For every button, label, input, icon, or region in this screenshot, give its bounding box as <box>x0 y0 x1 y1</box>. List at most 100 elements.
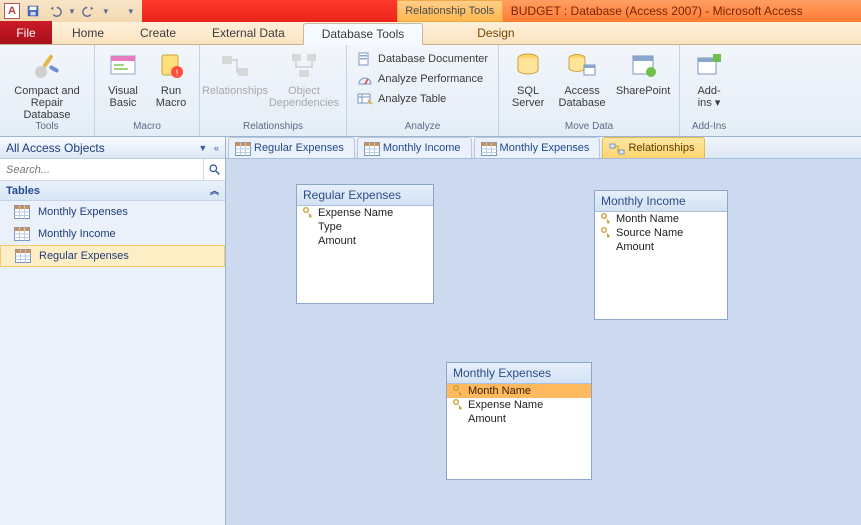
field-label: Amount <box>468 413 506 425</box>
nav-item-label: Monthly Expenses <box>38 206 128 218</box>
tab-home[interactable]: Home <box>54 22 122 44</box>
undo-icon[interactable] <box>46 2 64 20</box>
doc-tab-label: Regular Expenses <box>254 142 344 154</box>
field-row[interactable]: Month Name <box>595 212 727 226</box>
redo-dropdown-icon[interactable]: ▼ <box>102 7 110 16</box>
add-ins-button[interactable]: Add- ins ▾ <box>686 48 732 109</box>
relbox-title[interactable]: Monthly Income <box>595 191 727 212</box>
qat-customize-icon[interactable]: ▼ <box>124 7 138 16</box>
ribbon-group-macro: Visual Basic ! Run Macro Macro <box>95 45 200 136</box>
field-row[interactable]: Month Name <box>447 384 591 398</box>
relbox-regular-expenses[interactable]: Regular ExpensesExpense NameTypeAmount <box>296 184 434 304</box>
object-dependencies-label: Object Dependencies <box>269 85 339 109</box>
doc-tab-regular-expenses[interactable]: Regular Expenses <box>228 137 355 158</box>
database-documenter-label: Database Documenter <box>378 53 488 65</box>
doc-tab-label: Monthly Income <box>383 142 461 154</box>
nav-collapse-icon[interactable]: « <box>214 143 219 153</box>
analyze-table-button[interactable]: Analyze Table <box>353 90 492 108</box>
analyze-performance-icon <box>357 71 373 87</box>
nav-item-monthly-expenses[interactable]: Monthly Expenses <box>0 201 225 223</box>
search-input[interactable] <box>0 159 203 180</box>
table-icon <box>14 205 30 219</box>
sql-server-button[interactable]: SQL Server <box>505 48 551 109</box>
tab-external-data[interactable]: External Data <box>194 22 303 44</box>
field-row[interactable]: Type <box>297 220 433 234</box>
ribbon-tab-strip: File Home Create External Data Database … <box>0 22 861 45</box>
sharepoint-label: SharePoint <box>616 85 670 97</box>
field-label: Month Name <box>616 213 679 225</box>
field-row[interactable]: Expense Name <box>447 398 591 412</box>
ribbon-group-analyze-label: Analyze <box>347 121 498 136</box>
primary-key-icon <box>453 385 463 397</box>
ribbon-group-relationships: Relationships Object Dependencies Relati… <box>200 45 347 136</box>
access-database-label: Access Database <box>559 85 606 109</box>
relationships-canvas[interactable]: Regular ExpensesExpense NameTypeAmountMo… <box>226 159 861 525</box>
analyze-table-icon <box>357 91 373 107</box>
tab-create[interactable]: Create <box>122 22 194 44</box>
doc-tab-relationships[interactable]: Relationships <box>602 137 705 158</box>
field-row[interactable]: Amount <box>447 412 591 426</box>
undo-dropdown-icon[interactable]: ▼ <box>68 7 76 16</box>
file-tab[interactable]: File <box>0 21 52 44</box>
relationships-icon <box>219 50 251 82</box>
nav-category-collapse-icon[interactable]: ︽ <box>210 184 219 197</box>
analyze-performance-button[interactable]: Analyze Performance <box>353 70 492 88</box>
relbox-title[interactable]: Regular Expenses <box>297 185 433 206</box>
nav-category-tables[interactable]: Tables ︽ <box>0 181 225 201</box>
svg-text:!: ! <box>176 68 179 78</box>
nav-item-label: Regular Expenses <box>39 250 129 262</box>
contextual-tools-label: Relationship Tools <box>397 0 503 22</box>
nav-item-monthly-income[interactable]: Monthly Income <box>0 223 225 245</box>
relbox-monthly-expenses[interactable]: Monthly ExpensesMonth Name Expense Name Am… <box>446 362 592 480</box>
search-icon[interactable] <box>203 159 225 180</box>
title-bar: A ▼ ▼ ▼ Relationship Tools BUDGET : Data… <box>0 0 861 22</box>
compact-repair-icon <box>31 50 63 82</box>
tab-design[interactable]: Design <box>459 22 532 44</box>
document-area: Regular Expenses Monthly Income Monthly Ex… <box>226 137 861 525</box>
field-row[interactable]: Source Name <box>595 226 727 240</box>
nav-pane-header[interactable]: All Access Objects ▼ « <box>0 137 225 159</box>
nav-item-regular-expenses[interactable]: Regular Expenses <box>0 245 225 267</box>
doc-tab-monthly-expenses[interactable]: Monthly Expenses <box>474 137 601 158</box>
object-dependencies-button: Object Dependencies <box>268 48 340 109</box>
nav-category-label: Tables <box>6 185 40 197</box>
field-label: Month Name <box>468 385 531 397</box>
nav-pane-title: All Access Objects <box>6 141 105 155</box>
ribbon-group-move-data-label: Move Data <box>499 121 679 136</box>
save-icon[interactable] <box>24 2 42 20</box>
tab-database-tools[interactable]: Database Tools <box>303 23 424 45</box>
field-row[interactable]: Amount <box>297 234 433 248</box>
database-documenter-icon <box>357 51 373 67</box>
run-macro-button[interactable]: ! Run Macro <box>149 48 193 109</box>
ribbon-group-analyze: Database Documenter Analyze Performance … <box>347 45 499 136</box>
relbox-monthly-income[interactable]: Monthly IncomeMonth Name Source NameAmoun… <box>594 190 728 320</box>
nav-filter-dropdown-icon[interactable]: ▼ <box>198 143 207 153</box>
relationships-label: Relationships <box>202 85 268 97</box>
doc-tab-monthly-income[interactable]: Monthly Income <box>357 137 472 158</box>
add-ins-icon <box>693 50 725 82</box>
table-icon <box>14 227 30 241</box>
sharepoint-button[interactable]: SharePoint <box>613 48 673 97</box>
compact-repair-label: Compact and Repair Database <box>6 85 88 121</box>
access-database-button[interactable]: Access Database <box>555 48 609 109</box>
nav-search <box>0 159 225 181</box>
analyze-performance-label: Analyze Performance <box>378 73 483 85</box>
ribbon-group-macro-label: Macro <box>95 121 199 136</box>
field-label: Source Name <box>616 227 683 239</box>
redo-icon[interactable] <box>80 2 98 20</box>
object-dependencies-icon <box>288 50 320 82</box>
compact-repair-button[interactable]: Compact and Repair Database <box>6 48 88 121</box>
field-row[interactable]: Amount <box>595 240 727 254</box>
relbox-title[interactable]: Monthly Expenses <box>447 363 591 384</box>
access-app-icon[interactable]: A <box>4 3 20 19</box>
ribbon-group-addins-label: Add-Ins <box>680 121 738 136</box>
access-database-icon <box>566 50 598 82</box>
analyze-table-label: Analyze Table <box>378 93 446 105</box>
field-row[interactable]: Expense Name <box>297 206 433 220</box>
visual-basic-button[interactable]: Visual Basic <box>101 48 145 109</box>
database-documenter-button[interactable]: Database Documenter <box>353 50 492 68</box>
field-label: Expense Name <box>468 399 543 411</box>
table-icon <box>364 142 378 154</box>
sql-server-label: SQL Server <box>512 85 544 109</box>
visual-basic-icon <box>107 50 139 82</box>
